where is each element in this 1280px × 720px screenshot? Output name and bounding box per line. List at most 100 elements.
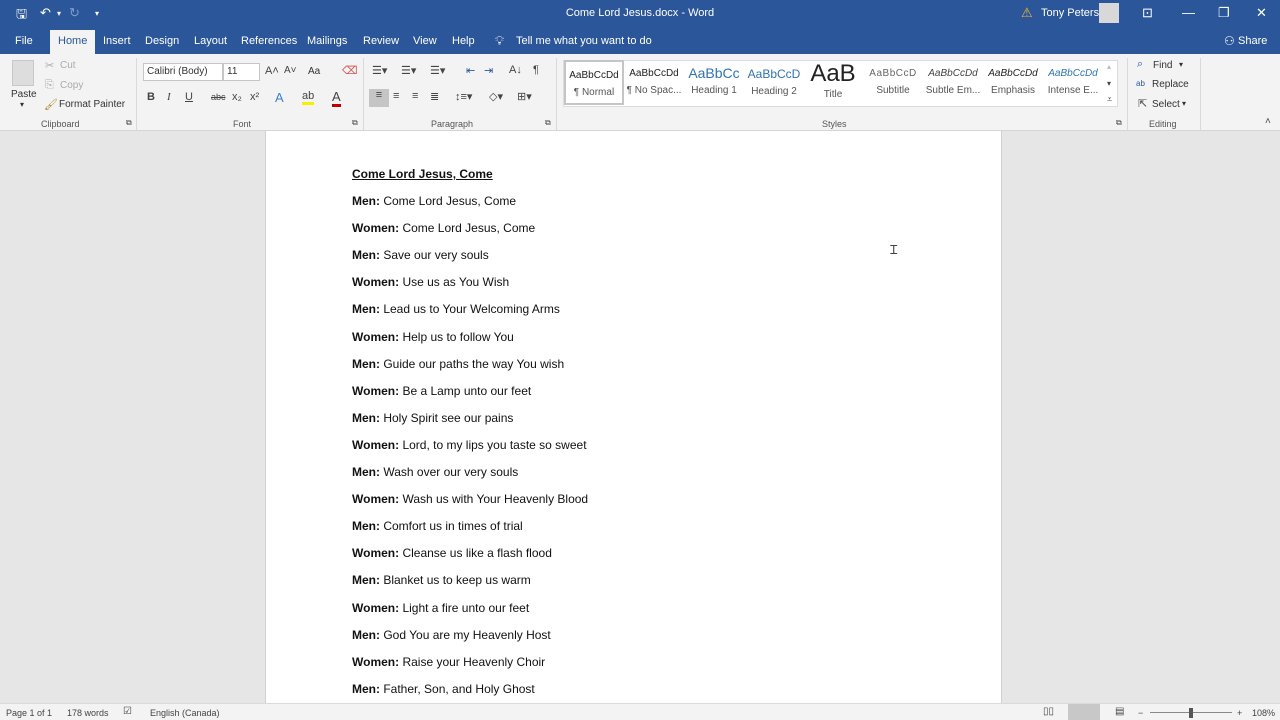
- align-left-icon[interactable]: ≡: [369, 89, 389, 107]
- line-spacing-icon[interactable]: ↕≡▾: [455, 90, 472, 103]
- document-line: Men: God You are my Heavenly Host: [352, 628, 551, 642]
- avatar[interactable]: [1099, 3, 1119, 23]
- document-page[interactable]: Come Lord Jesus, Come Men: Come Lord Jes…: [265, 131, 1002, 711]
- read-mode-icon[interactable]: ▯▯: [1043, 706, 1054, 717]
- tab-home[interactable]: Home: [50, 30, 96, 54]
- bullets-icon[interactable]: ☰▾: [372, 64, 387, 77]
- grow-font-icon[interactable]: A˄: [265, 65, 279, 77]
- tab-file[interactable]: File: [15, 35, 33, 47]
- restore-icon[interactable]: ❐: [1218, 5, 1230, 21]
- tab-references[interactable]: References: [241, 35, 297, 47]
- proofing-icon[interactable]: ☑: [123, 706, 132, 717]
- styles-group-label: Styles: [822, 119, 847, 129]
- clear-formatting-icon[interactable]: ⌫: [342, 64, 358, 77]
- style-no-spacing[interactable]: AaBbCcDd ¶ No Spac...: [624, 60, 684, 105]
- find-button[interactable]: Find: [1153, 60, 1172, 71]
- style-emphasis[interactable]: AaBbCcDd Emphasis: [983, 60, 1043, 105]
- zoom-slider-handle[interactable]: [1189, 708, 1193, 718]
- tab-view[interactable]: View: [413, 35, 437, 47]
- replace-button[interactable]: Replace: [1152, 79, 1189, 90]
- warning-icon[interactable]: ⚠: [1021, 5, 1033, 21]
- strikethrough-icon[interactable]: abc: [211, 92, 226, 102]
- tab-layout[interactable]: Layout: [194, 35, 227, 47]
- italic-icon[interactable]: I: [167, 91, 171, 103]
- lightbulb-icon: 💡︎: [495, 33, 505, 48]
- format-painter-button[interactable]: Format Painter: [59, 99, 125, 110]
- style-heading-2[interactable]: AaBbCcD Heading 2: [744, 60, 804, 105]
- subscript-icon[interactable]: x₂: [232, 91, 242, 103]
- paste-button[interactable]: Paste: [11, 89, 37, 100]
- style-heading-1[interactable]: AaBbCc Heading 1: [684, 60, 744, 105]
- print-layout-button[interactable]: [1068, 704, 1100, 720]
- ribbon-display-icon[interactable]: ⊡: [1142, 5, 1153, 21]
- borders-icon[interactable]: ⊞▾: [517, 90, 532, 103]
- zoom-level[interactable]: 108%: [1252, 708, 1275, 718]
- tab-review[interactable]: Review: [363, 35, 399, 47]
- tab-insert[interactable]: Insert: [103, 35, 131, 47]
- minimize-icon[interactable]: —: [1182, 5, 1195, 20]
- speaker-label: Men:: [352, 519, 380, 534]
- style-normal[interactable]: AaBbCcDd ¶ Normal: [564, 60, 624, 105]
- find-dropdown-icon[interactable]: ▾: [1179, 60, 1183, 69]
- font-name-dropdown[interactable]: Calibri (Body): [143, 63, 223, 81]
- tab-help[interactable]: Help: [452, 35, 475, 47]
- select-dropdown-icon[interactable]: ▾: [1182, 99, 1186, 108]
- cut-button[interactable]: Cut: [60, 60, 76, 71]
- shading-icon[interactable]: ◇▾: [489, 90, 503, 103]
- text-effects-icon[interactable]: A: [275, 90, 284, 105]
- user-name[interactable]: Tony Peters: [1041, 7, 1099, 19]
- speaker-label: Men:: [352, 410, 380, 425]
- change-case-button[interactable]: Aa: [308, 66, 320, 77]
- close-icon[interactable]: ✕: [1256, 5, 1267, 21]
- bold-icon[interactable]: B: [147, 91, 155, 103]
- document-line: Men: Wash over our very souls: [352, 465, 518, 479]
- font-color-icon[interactable]: A: [332, 89, 341, 107]
- superscript-icon[interactable]: x²: [250, 91, 259, 103]
- style-intense-emphasis[interactable]: AaBbCcDd Intense E...: [1043, 60, 1103, 105]
- styles-launcher-icon[interactable]: ⧉: [1116, 118, 1122, 128]
- share-person-icon: ⚇: [1224, 34, 1235, 48]
- align-center-icon[interactable]: ≡: [393, 90, 399, 102]
- web-layout-icon[interactable]: ▤: [1115, 706, 1124, 717]
- page-count[interactable]: Page 1 of 1: [6, 708, 52, 718]
- copy-button[interactable]: Copy: [60, 80, 83, 91]
- align-right-icon[interactable]: ≡: [412, 90, 418, 102]
- paste-dropdown-icon[interactable]: ▾: [20, 100, 24, 109]
- tell-me-search[interactable]: Tell me what you want to do: [516, 35, 652, 47]
- collapse-ribbon-icon[interactable]: ˄: [1265, 116, 1271, 127]
- sort-icon[interactable]: A↓: [509, 64, 522, 76]
- font-size-dropdown[interactable]: 11: [223, 63, 260, 81]
- zoom-in-button[interactable]: +: [1237, 708, 1242, 718]
- multilevel-list-icon[interactable]: ☰▾: [430, 64, 445, 77]
- font-launcher-icon[interactable]: ⧉: [352, 118, 358, 128]
- zoom-out-button[interactable]: −: [1138, 708, 1143, 718]
- decrease-indent-icon[interactable]: ⇤: [466, 64, 475, 77]
- paste-clipboard-icon[interactable]: [12, 60, 34, 86]
- divider: [556, 58, 557, 130]
- style-subtitle[interactable]: AaBbCcD Subtitle: [863, 60, 923, 105]
- tab-design[interactable]: Design: [145, 35, 179, 47]
- underline-icon[interactable]: U: [185, 91, 193, 103]
- clipboard-launcher-icon[interactable]: ⧉: [126, 118, 132, 128]
- speaker-label: Men:: [352, 573, 380, 588]
- increase-indent-icon[interactable]: ⇥: [484, 64, 493, 77]
- styles-more-icon[interactable]: ⩡: [1107, 94, 1112, 105]
- share-button[interactable]: Share: [1238, 35, 1267, 47]
- styles-scroll-up-icon[interactable]: ▴: [1107, 62, 1111, 71]
- highlight-icon[interactable]: ab: [302, 90, 315, 105]
- select-button[interactable]: Select: [1152, 99, 1180, 110]
- document-line: Women: Use us as You Wish: [352, 275, 509, 289]
- tab-mailings[interactable]: Mailings: [307, 35, 347, 47]
- show-formatting-icon[interactable]: ¶: [533, 64, 539, 76]
- shrink-font-icon[interactable]: A˅: [284, 65, 297, 76]
- numbering-icon[interactable]: ☰▾: [401, 64, 416, 77]
- styles-scroll-down-icon[interactable]: ▾: [1107, 79, 1111, 88]
- word-count[interactable]: 178 words: [67, 708, 109, 718]
- paragraph-launcher-icon[interactable]: ⧉: [545, 118, 551, 128]
- justify-icon[interactable]: ≣: [430, 90, 439, 103]
- language[interactable]: English (Canada): [150, 708, 220, 718]
- style-title[interactable]: AaB Title: [803, 60, 863, 105]
- document-line: Men: Holy Spirit see our pains: [352, 411, 513, 425]
- style-subtle-emphasis[interactable]: AaBbCcDd Subtle Em...: [923, 60, 983, 105]
- line-text: Wash us with Your Heavenly Blood: [399, 492, 589, 507]
